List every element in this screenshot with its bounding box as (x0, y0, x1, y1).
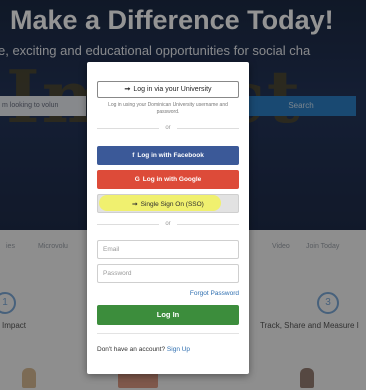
google-icon: G (134, 176, 140, 183)
facebook-icon: f (132, 152, 135, 159)
signup-row: Don't have an account? Sign Up (97, 346, 190, 353)
signup-link[interactable]: Sign Up (167, 346, 190, 353)
google-login-label: Log in with Google (142, 176, 202, 183)
forgot-password-link[interactable]: Forgot Password (190, 290, 239, 297)
password-field[interactable] (97, 264, 239, 283)
university-login-label: Log in via your University (133, 86, 212, 93)
no-account-text: Don't have an account? (97, 346, 166, 353)
modal-divider (97, 333, 239, 334)
or-divider: or (97, 124, 239, 132)
login-arrow-icon: ➞ (124, 86, 131, 93)
or-divider: or (97, 220, 239, 228)
divider-line (177, 128, 239, 129)
email-field[interactable] (97, 240, 239, 259)
sso-login-button-text[interactable]: ➞ Single Sign On (SSO) (97, 194, 239, 213)
login-button[interactable]: Log In (97, 305, 239, 325)
login-modal: ➞ Log in via your University Log in using… (87, 62, 249, 374)
page: Impact Make a Difference Today! e, excit… (0, 0, 366, 390)
facebook-login-button[interactable]: f Log in with Facebook (97, 146, 239, 165)
sso-login-label: Single Sign On (SSO) (140, 201, 204, 208)
university-login-button[interactable]: ➞ Log in via your University (97, 81, 239, 98)
facebook-login-label: Log in with Facebook (137, 152, 204, 159)
divider-line (177, 224, 239, 225)
university-login-help: Log in using your Dominican University u… (108, 102, 228, 115)
google-login-button[interactable]: G Log in with Google (97, 170, 239, 189)
login-arrow-icon: ➞ (132, 201, 138, 208)
